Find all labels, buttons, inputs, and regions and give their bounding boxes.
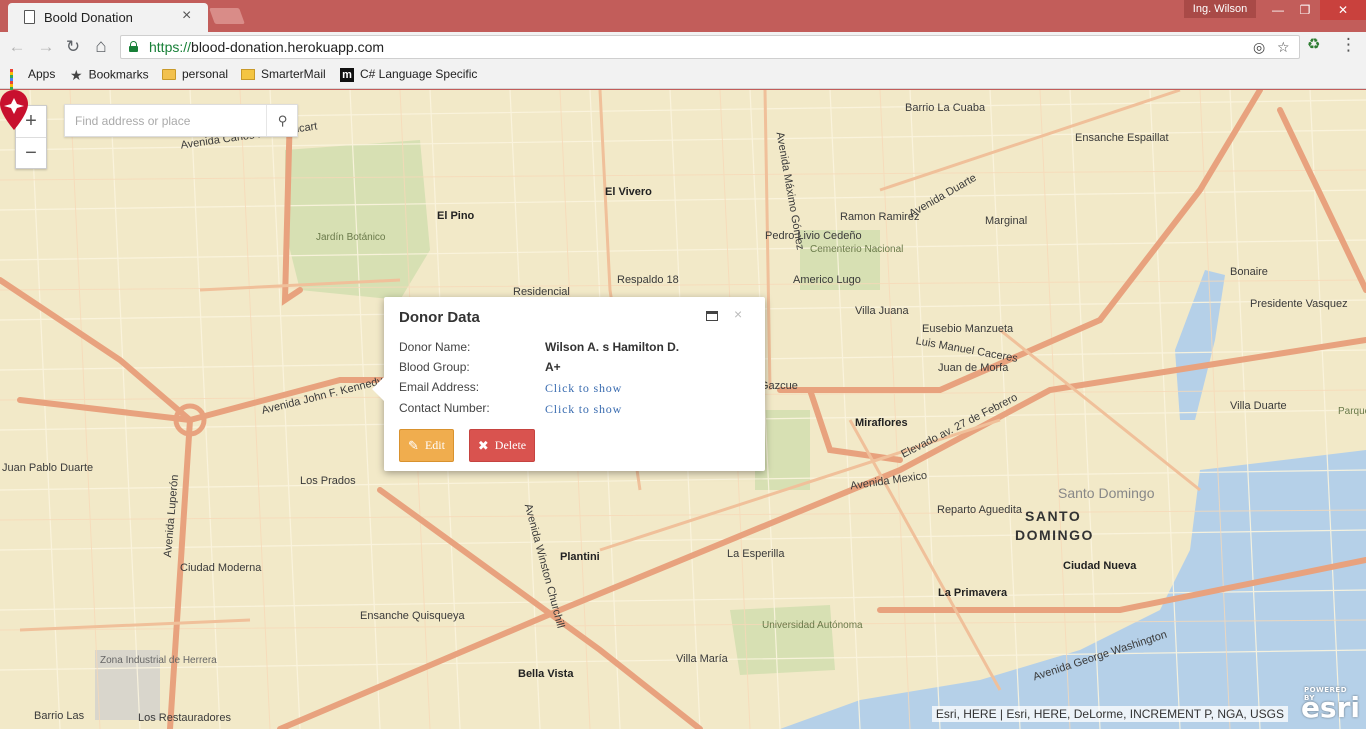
map-label: Bella Vista xyxy=(518,668,574,680)
maximize-icon[interactable] xyxy=(706,311,718,321)
star-icon: ★ xyxy=(70,67,83,83)
map-label: Villa Duarte xyxy=(1230,400,1287,412)
map-label: Ensanche Espaillat xyxy=(1075,132,1169,144)
address-bar[interactable]: https://blood-donation.herokuapp.com ◎ ☆ xyxy=(120,35,1300,59)
map-label: Ciudad Nueva xyxy=(1063,560,1137,572)
minimize-button[interactable]: — xyxy=(1263,0,1293,20)
map-label: Ciudad Moderna xyxy=(180,562,262,574)
edit-button[interactable]: ✎ Edit xyxy=(399,429,454,462)
map-label: Villa María xyxy=(676,653,728,665)
map-label: Marginal xyxy=(985,215,1028,227)
x-icon: ✖ xyxy=(477,437,489,453)
search-input[interactable] xyxy=(65,105,265,136)
donor-name-label: Donor Name: xyxy=(399,340,471,354)
email-show-link[interactable]: Click to show xyxy=(545,381,622,396)
map-label: Eusebio Manzueta xyxy=(922,323,1014,335)
url-text: https://blood-donation.herokuapp.com xyxy=(149,39,385,55)
donor-data-popup: Donor Data × Donor Name: Wilson A. s Ham… xyxy=(372,297,765,471)
map-label: Reparto Aguedita xyxy=(937,504,1023,516)
map-label: El Vivero xyxy=(605,186,652,198)
map-label: Miraflores xyxy=(855,417,908,429)
map-label: La Primavera xyxy=(938,587,1008,599)
bookmarks-bar: Apps ★ Bookmarks personal SmarterMail m C#… xyxy=(0,62,1366,96)
delete-button[interactable]: ✖ Delete xyxy=(469,429,535,462)
map-label: Gazcue xyxy=(760,380,798,392)
folder-icon xyxy=(162,69,176,81)
contact-show-link[interactable]: Click to show xyxy=(545,402,622,417)
map-label: Bonaire xyxy=(1230,266,1268,278)
map-label: Cementerio Nacional xyxy=(810,244,904,255)
m-icon: m xyxy=(340,67,354,82)
blood-group-label: Blood Group: xyxy=(399,360,470,374)
title-bar: Boold Donation × Ing. Wilson — ❐ ✕ xyxy=(0,0,1366,32)
map-label: Respaldo 18 xyxy=(617,274,679,286)
bookmark-csharp-spec[interactable]: m C# Language Specific xyxy=(340,67,477,82)
tab-title: Boold Donation xyxy=(44,10,133,25)
forward-icon[interactable]: → xyxy=(35,37,57,57)
popup-pointer xyxy=(372,377,384,401)
popup-title: Donor Data xyxy=(399,309,480,326)
bookmark-apps[interactable]: Apps xyxy=(10,67,55,96)
map-label: Pedro Livio Cedeño xyxy=(765,230,862,242)
mail-icon xyxy=(241,69,255,81)
bookmark-smartermail[interactable]: SmarterMail xyxy=(241,67,326,81)
map-label: DOMINGO xyxy=(1015,527,1094,543)
map-label: La Esperilla xyxy=(727,548,785,560)
apps-icon xyxy=(10,68,22,96)
map-label: Jardín Botánico xyxy=(316,232,386,243)
map-label: Plantini xyxy=(560,551,600,563)
zoom-out-button[interactable]: − xyxy=(16,137,46,168)
pencil-icon: ✎ xyxy=(408,437,419,453)
map-label: Santo Domingo xyxy=(1058,485,1155,501)
blood-group-value: A+ xyxy=(545,360,561,374)
esri-powered-text: POWERED BY xyxy=(1303,686,1348,702)
esri-logo[interactable]: POWERED BY esri xyxy=(1301,686,1360,724)
map-label: Zona Industrial de Herrera xyxy=(100,655,217,666)
restore-button[interactable]: ❐ xyxy=(1290,0,1320,20)
menu-icon[interactable]: ⋮ xyxy=(1340,35,1357,55)
close-window-button[interactable]: ✕ xyxy=(1320,0,1366,20)
map-attribution: Esri, HERE | Esri, HERE, DeLorme, INCREM… xyxy=(931,706,1288,722)
profile-badge[interactable]: Ing. Wilson xyxy=(1184,0,1256,18)
bookmark-personal[interactable]: personal xyxy=(162,67,228,81)
map-label: Los Restauradores xyxy=(138,712,231,724)
donor-map-pin-icon[interactable] xyxy=(0,90,28,130)
browser-tab[interactable]: Boold Donation × xyxy=(8,3,208,32)
home-icon[interactable]: ⌂ xyxy=(90,37,112,57)
bookmark-bookmarks[interactable]: ★ Bookmarks xyxy=(70,67,149,84)
close-icon[interactable]: × xyxy=(734,306,742,322)
reload-icon[interactable]: ↻ xyxy=(62,37,84,57)
map-label: Barrio Las xyxy=(34,710,85,722)
map-label: Presidente Vasquez xyxy=(1250,298,1348,310)
back-icon[interactable]: ← xyxy=(6,37,28,57)
map-label: SANTO xyxy=(1025,508,1082,524)
map-label: Universidad Autónoma xyxy=(762,620,863,631)
bookmark-star-icon[interactable]: ☆ xyxy=(1277,39,1290,56)
map-label: Los Prados xyxy=(300,475,356,487)
map-label: El Pino xyxy=(437,210,475,222)
page-icon xyxy=(24,10,35,24)
map-label: Juan Pablo Duarte xyxy=(2,462,94,474)
map-label: Barrio La Cuaba xyxy=(905,102,986,114)
location-icon[interactable]: ◎ xyxy=(1253,39,1265,56)
new-tab-button[interactable] xyxy=(209,8,245,24)
contact-label: Contact Number: xyxy=(399,401,490,415)
map-label: Parque Mirador Este xyxy=(1338,406,1366,417)
extension-icon[interactable]: ♻ xyxy=(1307,35,1320,53)
search-icon[interactable]: ⚲ xyxy=(266,105,298,136)
map-label: Ramon Ramirez xyxy=(840,211,920,223)
map-search: ⚲ xyxy=(64,104,298,137)
browser-toolbar: ← → ↻ ⌂ https://blood-donation.herokuapp… xyxy=(0,32,1366,62)
donor-name-value: Wilson A. s Hamilton D. xyxy=(545,340,680,354)
map-label: Americo Lugo xyxy=(793,274,861,286)
map-label: Ensanche Quisqueya xyxy=(360,610,465,622)
tab-close-icon[interactable]: × xyxy=(182,7,191,25)
map-label: Villa Juana xyxy=(855,305,909,317)
map-label: Juan de Morfa xyxy=(938,362,1009,374)
lock-icon xyxy=(129,41,138,52)
email-label: Email Address: xyxy=(399,380,480,394)
